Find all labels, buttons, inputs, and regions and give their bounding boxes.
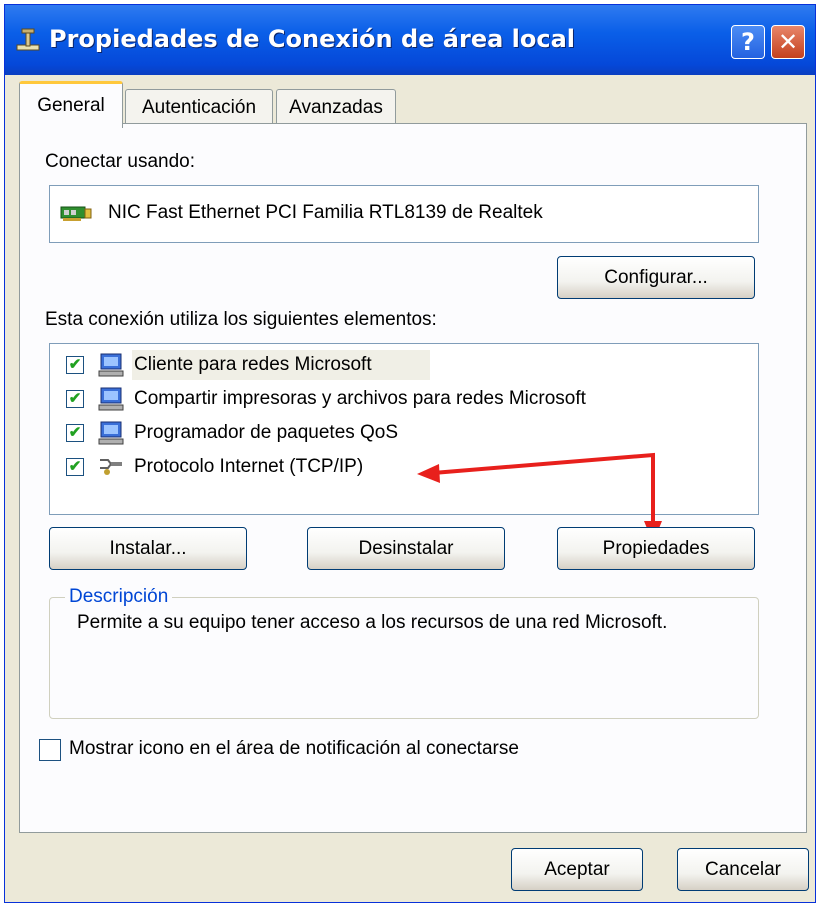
adapter-name: NIC Fast Ethernet PCI Familia RTL8139 de… xyxy=(108,202,543,223)
tab-general[interactable]: General xyxy=(19,81,123,128)
connect-using-label: Conectar usando: xyxy=(45,151,195,172)
computer-network-icon xyxy=(98,387,124,411)
components-label: Esta conexión utiliza los siguientes ele… xyxy=(45,309,437,330)
properties-dialog: Propiedades de Conexión de área local ? … xyxy=(4,4,816,903)
configure-button[interactable]: Configurar... xyxy=(557,256,755,299)
component-label: Cliente para redes Microsoft xyxy=(134,354,372,375)
window-title: Propiedades de Conexión de área local xyxy=(49,25,576,53)
network-connection-icon xyxy=(16,28,40,51)
list-item-compartir[interactable]: ✔ Compartir impresoras y archivos para r… xyxy=(50,382,650,416)
properties-button[interactable]: Propiedades xyxy=(557,527,755,570)
component-label: Compartir impresoras y archivos para red… xyxy=(134,388,586,409)
title-bar[interactable]: Propiedades de Conexión de área local ? … xyxy=(5,5,815,75)
checkbox-qos[interactable]: ✔ xyxy=(66,424,84,442)
checkbox-cliente[interactable]: ✔ xyxy=(66,356,84,374)
checkbox-tcpip[interactable]: ✔ xyxy=(66,458,84,476)
show-icon-checkbox[interactable] xyxy=(39,739,61,761)
cancel-button[interactable]: Cancelar xyxy=(677,848,809,891)
show-icon-label: Mostrar icono en el área de notificación… xyxy=(69,738,519,759)
tab-advanced[interactable]: Avanzadas xyxy=(276,89,396,125)
install-button[interactable]: Instalar... xyxy=(49,527,247,570)
description-title: Descripción xyxy=(65,586,173,608)
close-button[interactable]: ✕ xyxy=(771,25,805,59)
component-label: Programador de paquetes QoS xyxy=(134,422,399,443)
computer-network-icon xyxy=(98,421,124,445)
list-item-cliente[interactable]: ✔ Cliente para redes Microsoft xyxy=(50,348,430,382)
list-item-tcpip[interactable]: ✔ Protocolo Internet (TCP/IP) xyxy=(50,450,430,484)
network-adapter-icon xyxy=(60,206,92,221)
description-text: Permite a su equipo tener acceso a los r… xyxy=(77,612,668,633)
help-button[interactable]: ? xyxy=(731,25,765,59)
ok-button[interactable]: Aceptar xyxy=(511,848,643,891)
network-protocol-icon xyxy=(100,459,122,475)
list-item-qos[interactable]: ✔ Programador de paquetes QoS xyxy=(50,416,450,450)
component-label: Protocolo Internet (TCP/IP) xyxy=(134,456,364,477)
tab-authentication[interactable]: Autenticación xyxy=(125,89,273,125)
adapter-box: NIC Fast Ethernet PCI Familia RTL8139 de… xyxy=(49,185,759,243)
checkbox-compartir[interactable]: ✔ xyxy=(66,390,84,408)
uninstall-button[interactable]: Desinstalar xyxy=(307,527,505,570)
computer-network-icon xyxy=(98,353,124,377)
